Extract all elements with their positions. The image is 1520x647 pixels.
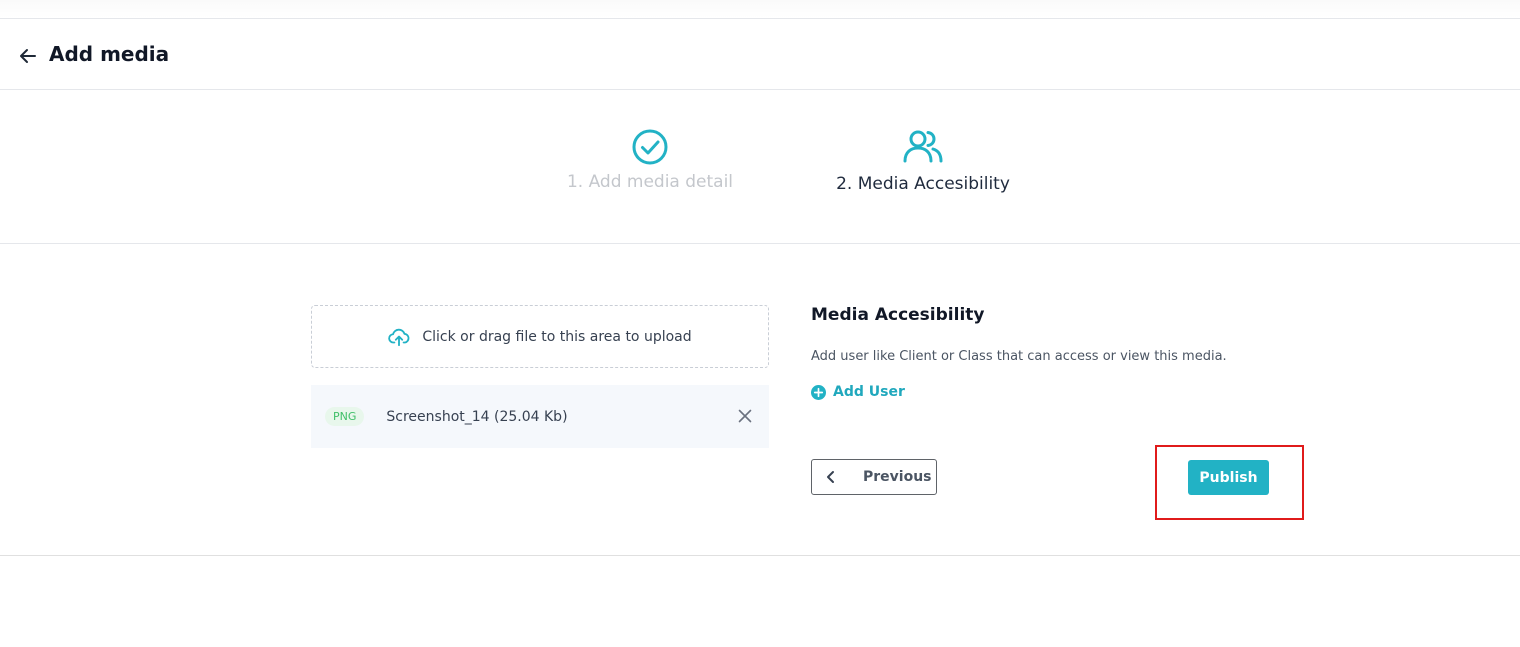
previous-button[interactable]: Previous [811,459,937,495]
users-icon [903,130,943,163]
add-user-label: Add User [833,384,905,400]
uploaded-file-item: PNG Screenshot_14 (25.04 Kb) [311,385,769,448]
file-type-badge: PNG [325,407,365,426]
chevron-left-icon [827,471,834,483]
check-circle-icon [632,129,668,165]
plus-circle-icon [811,384,826,400]
publish-button[interactable]: Publish [1188,460,1269,495]
step-label: 1. Add media detail [566,172,734,192]
step-add-media-detail[interactable]: 1. Add media detail [555,128,745,192]
main-content: Click or drag file to this area to uploa… [0,245,1520,556]
highlight-box: Publish [1155,445,1304,520]
back-arrow-icon[interactable] [18,46,38,66]
step-media-accessibility[interactable]: 2. Media Accesibility [820,128,1026,194]
step-label: 2. Media Accesibility [836,174,1010,194]
page-header: Add media [0,20,1520,90]
page-title: Add media [49,42,170,66]
file-name: Screenshot_14 (25.04 Kb) [386,408,568,425]
add-user-button[interactable]: Add User [811,384,905,400]
remove-file-icon[interactable] [737,408,753,424]
accessibility-title: Media Accesibility [811,305,985,325]
cloud-upload-icon [388,328,410,346]
previous-label: Previous [863,469,932,485]
top-bar [0,0,1520,19]
upload-dropzone[interactable]: Click or drag file to this area to uploa… [311,305,769,368]
stepper: 1. Add media detail 2. Media Accesibilit… [0,90,1520,244]
accessibility-description: Add user like Client or Class that can a… [811,349,1227,364]
dropzone-text: Click or drag file to this area to uploa… [422,328,692,345]
